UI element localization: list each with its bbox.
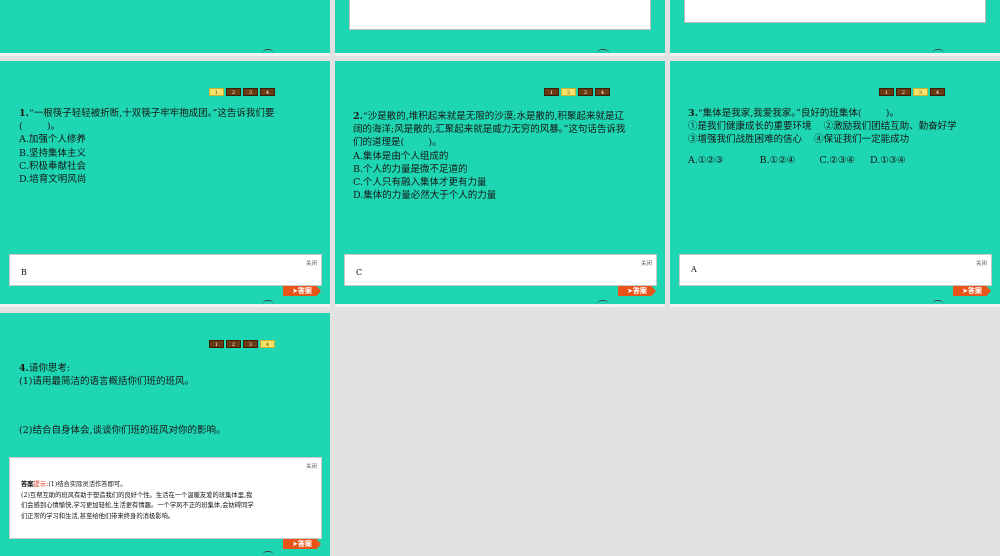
nav-button-4[interactable]: 4 <box>595 88 610 96</box>
answer-line: 们会感到心情愉快,学习更加轻松,生活更有情趣。一个学风不正的班集体,会妨碍同学 <box>21 502 254 509</box>
pin-icon <box>597 300 609 305</box>
answer-button[interactable]: ➤答案 <box>283 539 321 549</box>
slide-bottom-bar <box>0 53 330 56</box>
option-b: B.个人的力量是微不足道的 <box>353 163 468 175</box>
answer-line: 们正常的学习和生活,甚至给他们带来终身的消极影响。 <box>21 512 175 520</box>
question-text: 2.“沙是散的,堆积起来就是无限的沙漠;水是散的,积聚起来就是辽 阔的海洋;风是… <box>353 110 625 202</box>
nav-button-2[interactable]: 2 <box>226 88 241 96</box>
question-nav: 1 2 3 4 <box>544 88 610 96</box>
statement-line: ①是我们健康成长的重要环境 ②激励我们团结互助、勤奋好学 <box>688 121 957 133</box>
question-text: 4.请你思考: (1)请用最简洁的语言概括你们班的班风。 <box>19 362 194 388</box>
question-nav: 1 2 3 4 <box>879 88 945 96</box>
answer-line: (1)结合实际灵活作答即可。 <box>48 481 127 488</box>
question-number: 4. <box>19 363 29 374</box>
pin-icon <box>262 300 274 305</box>
pin-icon <box>932 300 944 305</box>
question-stem: ( )。 <box>19 121 61 133</box>
answer-panel: 关闭 A <box>679 254 992 286</box>
nav-button-3[interactable]: 3 <box>243 340 258 348</box>
question-nav: 1 2 3 4 <box>209 88 275 96</box>
statement-line: ③增强我们战胜困难的信心 ④保证我们一定能成功 <box>688 134 910 146</box>
answer-value: C <box>356 268 363 277</box>
answer-line: (2)互帮互助的班风有助于塑造我们的良好个性。生活在一个温暖友爱的班集体里,我 <box>21 491 253 499</box>
option-a: A.加强个人修养 <box>19 134 86 146</box>
sub-question-1: (1)请用最简洁的语言概括你们班的班风。 <box>19 376 194 388</box>
hint-label: 提示: <box>33 481 49 488</box>
slide-bottom-bar <box>670 53 1000 56</box>
question-stem: “集体是我家,我爱我家。”良好的班集体( )。 <box>697 108 899 119</box>
answer-value: A <box>691 265 697 274</box>
pin-icon <box>262 49 274 54</box>
close-button[interactable]: 关闭 <box>641 259 652 267</box>
answer-label: 答案 <box>21 481 34 488</box>
answer-panel <box>349 0 651 30</box>
nav-button-2[interactable]: 2 <box>561 88 576 96</box>
option-c: C.个人只有融入集体才更有力量 <box>353 177 487 189</box>
answer-button[interactable]: ➤答案 <box>953 286 991 296</box>
pin-icon <box>262 551 274 556</box>
nav-button-1[interactable]: 1 <box>209 88 224 96</box>
nav-button-2[interactable]: 2 <box>896 88 911 96</box>
slide-top-middle <box>335 0 665 56</box>
slide-question-1: 1 2 3 4 1.“一根筷子轻轻被折断,十双筷子牢牢抱成团。”这告诉我们要 (… <box>0 61 330 307</box>
question-stem: 们的道理是( )。 <box>353 137 442 149</box>
nav-button-2[interactable]: 2 <box>226 340 241 348</box>
slide-question-2: 1 2 3 4 2.“沙是散的,堆积起来就是无限的沙漠;水是散的,积聚起来就是辽… <box>335 61 665 307</box>
answer-panel: 关闭 C <box>344 254 657 286</box>
nav-button-4[interactable]: 4 <box>930 88 945 96</box>
answer-explanation: 答案提示:(1)结合实际灵活作答即可。 (2)互帮互助的班风有助于塑造我们的良好… <box>21 480 254 522</box>
question-text: 1.“一根筷子轻轻被折断,十双筷子牢牢抱成团。”这告诉我们要 ( )。 A.加强… <box>19 107 274 186</box>
option-c: C.积极奉献社会 <box>19 160 86 172</box>
slide-bottom-bar <box>0 304 330 307</box>
slide-top-left <box>0 0 330 56</box>
nav-button-4[interactable]: 4 <box>260 88 275 96</box>
option-d: D.培育文明风尚 <box>19 174 87 186</box>
answer-panel: 关闭 B <box>9 254 322 286</box>
close-button[interactable]: 关闭 <box>976 259 987 267</box>
close-button[interactable]: 关闭 <box>306 259 317 267</box>
nav-button-3[interactable]: 3 <box>243 88 258 96</box>
sub-question-2-text: (2)结合自身体会,谈谈你们班的班风对你的影响。 <box>19 425 226 436</box>
question-text: 3.“集体是我家,我爱我家。”良好的班集体( )。 ①是我们健康成长的重要环境 … <box>688 107 957 167</box>
answer-panel: 关闭 答案提示:(1)结合实际灵活作答即可。 (2)互帮互助的班风有助于塑造我们… <box>9 457 322 539</box>
question-stem: “沙是散的,堆积起来就是无限的沙漠;水是散的,积聚起来就是辽 <box>362 111 625 122</box>
slide-bottom-bar <box>335 304 665 307</box>
sub-question-2: (2)结合自身体会,谈谈你们班的班风对你的影响。 <box>19 424 225 437</box>
pin-icon <box>597 49 609 54</box>
option-d: D.集体的力量必然大于个人的力量 <box>353 190 497 202</box>
nav-button-3[interactable]: 3 <box>913 88 928 96</box>
answer-value: B <box>21 268 27 277</box>
answer-button[interactable]: ➤答案 <box>283 286 321 296</box>
question-stem: 阔的海洋;风是散的,汇聚起来就是威力无穷的风暴。”这句话告诉我 <box>353 124 626 136</box>
nav-button-1[interactable]: 1 <box>879 88 894 96</box>
question-number: 1. <box>19 108 29 119</box>
slide-question-3: 1 2 3 4 3.“集体是我家,我爱我家。”良好的班集体( )。 ①是我们健康… <box>670 61 1000 307</box>
pin-icon <box>932 49 944 54</box>
option-b: B.坚持集体主义 <box>19 147 87 159</box>
nav-button-1[interactable]: 1 <box>209 340 224 348</box>
slide-bottom-bar <box>670 304 1000 307</box>
close-button[interactable]: 关闭 <box>306 462 317 470</box>
nav-button-1[interactable]: 1 <box>544 88 559 96</box>
option-a: A.集体是由个人组成的 <box>353 150 449 162</box>
slide-question-4: 1 2 3 4 4.请你思考: (1)请用最简洁的语言概括你们班的班风。 (2)… <box>0 313 330 556</box>
answer-panel <box>684 0 986 23</box>
question-title: 请你思考: <box>28 363 71 374</box>
slide-bottom-bar <box>335 53 665 56</box>
nav-button-3[interactable]: 3 <box>578 88 593 96</box>
answer-button[interactable]: ➤答案 <box>618 286 656 296</box>
question-nav: 1 2 3 4 <box>209 340 275 348</box>
question-number: 2. <box>353 111 363 122</box>
nav-button-4[interactable]: 4 <box>260 340 275 348</box>
slide-top-right <box>670 0 1000 56</box>
question-stem: “一根筷子轻轻被折断,十双筷子牢牢抱成团。”这告诉我们要 <box>28 108 275 119</box>
question-number: 3. <box>688 108 698 119</box>
options-line: A.①②③ B.①②④ C.②③④ D.①③④ <box>688 154 906 166</box>
